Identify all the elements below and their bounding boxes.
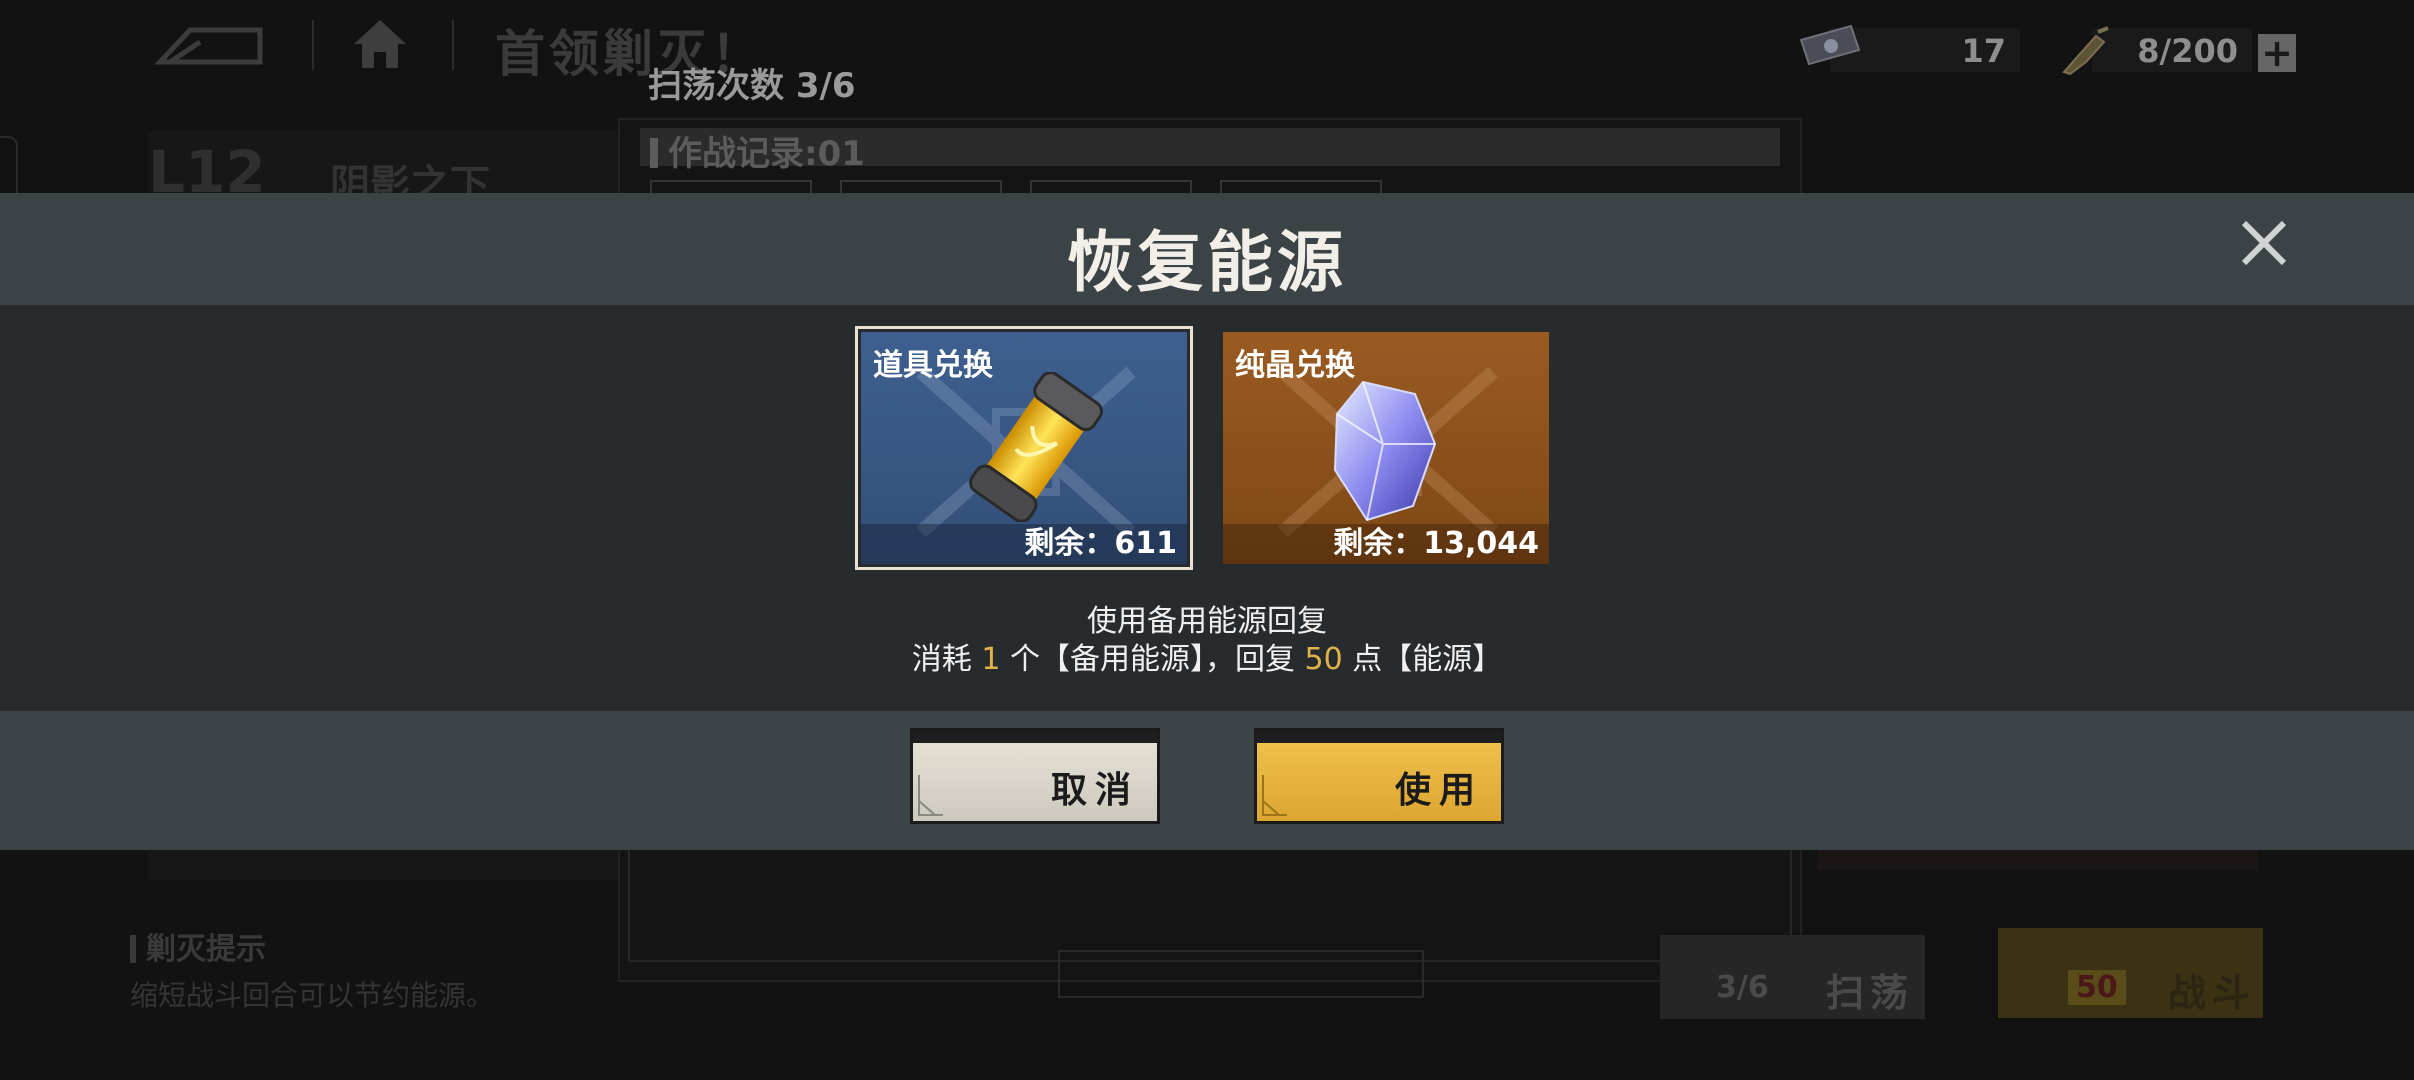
use-button[interactable]: 使用 (1257, 731, 1501, 821)
sweep-button-label: 扫荡 (1826, 971, 1915, 1015)
sweep-count-label: 扫荡次数 3/6 (648, 66, 856, 106)
record-filter-button[interactable] (1058, 950, 1424, 998)
tip-title: 剿灭提示 (130, 924, 266, 968)
item-exchange-card[interactable]: 道具兑换 剩余：611 (855, 326, 1193, 570)
battle-record-label: 作战记录:01 (650, 126, 865, 175)
cost-amount: 1 (981, 642, 1001, 677)
ticket-icon (1799, 24, 1861, 66)
button-header-strip (1257, 731, 1501, 743)
crystal-icon (1333, 380, 1437, 522)
close-button[interactable] (2234, 213, 2294, 273)
ticket-count: 17 (1961, 32, 2006, 70)
cancel-button[interactable]: 取消 (913, 731, 1157, 821)
energy-syringe-icon (2062, 26, 2109, 76)
back-arrow-icon (154, 27, 263, 65)
crystal-remaining-count: 剩余：13,044 (1333, 526, 1539, 561)
corner-bracket-icon (918, 775, 943, 816)
fight-button-label: 战斗 (2168, 971, 2257, 1015)
item-remaining-count: 剩余：611 (1024, 526, 1177, 561)
dialog-header: 恢复能源 (0, 193, 2414, 305)
crystal-exchange-card[interactable]: 纯晶兑换 剩余：13,044 (1223, 332, 1549, 564)
energy-count: 8/200 (2137, 32, 2238, 70)
home-button[interactable] (350, 16, 410, 72)
home-icon (354, 20, 406, 68)
add-energy-button[interactable]: + (2258, 34, 2296, 72)
sweep-button-count: 3/6 (1716, 970, 1769, 1005)
back-button[interactable] (150, 18, 270, 68)
fight-cost: 50 (2068, 970, 2126, 1005)
description-detail: 消耗 1 个【备用能源】，回复 50 点【能源】 (0, 634, 2414, 678)
cancel-button-label: 取消 (1050, 770, 1139, 811)
restore-amount: 50 (1304, 642, 1343, 677)
dialog-title: 恢复能源 (1067, 224, 1347, 301)
divider (452, 20, 454, 70)
close-icon (2241, 220, 2287, 266)
description-suffix: 点【能源】 (1342, 642, 1503, 677)
restore-energy-dialog: 恢复能源 道具兑换 剩余：611 纯晶兑换 剩余：13,044 使用备用能源回复… (0, 193, 2414, 850)
energy-capsule-icon (969, 372, 1103, 522)
button-header-strip (913, 731, 1157, 743)
corner-bracket-icon (1262, 775, 1287, 816)
record-frame (628, 842, 1792, 962)
divider (312, 20, 314, 70)
description-middle: 个【备用能源】，回复 (1000, 642, 1305, 677)
description-prefix: 消耗 (911, 642, 982, 677)
tip-text: 缩短战斗回合可以节约能源。 (130, 979, 495, 1012)
energy-counter: 8/200 (2092, 28, 2252, 72)
reward-strip (1818, 850, 2258, 870)
top-bar: 首领剿灭！ 17 8/200 + (0, 0, 2414, 90)
dialog-footer (0, 711, 2414, 850)
use-button-label: 使用 (1394, 770, 1483, 811)
